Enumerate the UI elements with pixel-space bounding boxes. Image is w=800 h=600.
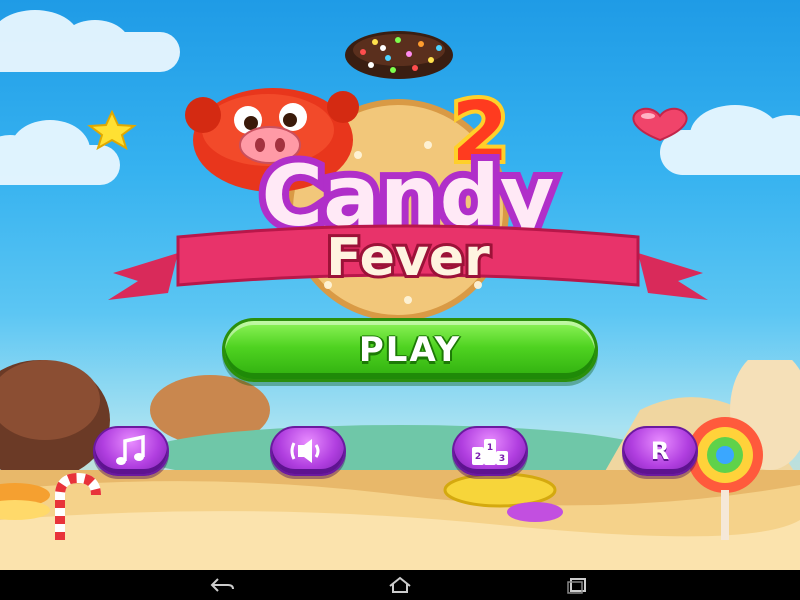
play-label: PLAY [358, 330, 462, 370]
cloud [0, 10, 180, 72]
podium-digit-1: 1 [487, 443, 493, 453]
android-nav-bar [0, 570, 800, 600]
podium-digit-2: 2 [475, 452, 481, 462]
letter-r-icon: R [650, 437, 670, 465]
speaker-icon [290, 439, 320, 463]
music-note-icon [116, 434, 145, 465]
music-button[interactable] [93, 426, 169, 476]
back-arrow-icon[interactable] [208, 576, 236, 594]
chocolate-ball-icon [345, 31, 453, 79]
home-icon[interactable] [386, 576, 414, 594]
game-screen: 2 Candy Fever PLAY 1 2 3 R [0, 0, 800, 570]
podium-digit-3: 3 [499, 454, 505, 464]
play-button[interactable]: PLAY [222, 318, 598, 382]
cloud [0, 120, 120, 185]
leaderboard-button[interactable]: 1 2 3 [452, 426, 528, 476]
rate-button[interactable]: R [622, 426, 698, 476]
recents-icon[interactable] [564, 576, 592, 594]
title-word-fever: Fever [326, 228, 490, 288]
podium-icon: 1 2 3 [472, 439, 508, 465]
sound-button[interactable] [270, 426, 346, 476]
game-logo: 2 Candy Fever [108, 85, 708, 320]
